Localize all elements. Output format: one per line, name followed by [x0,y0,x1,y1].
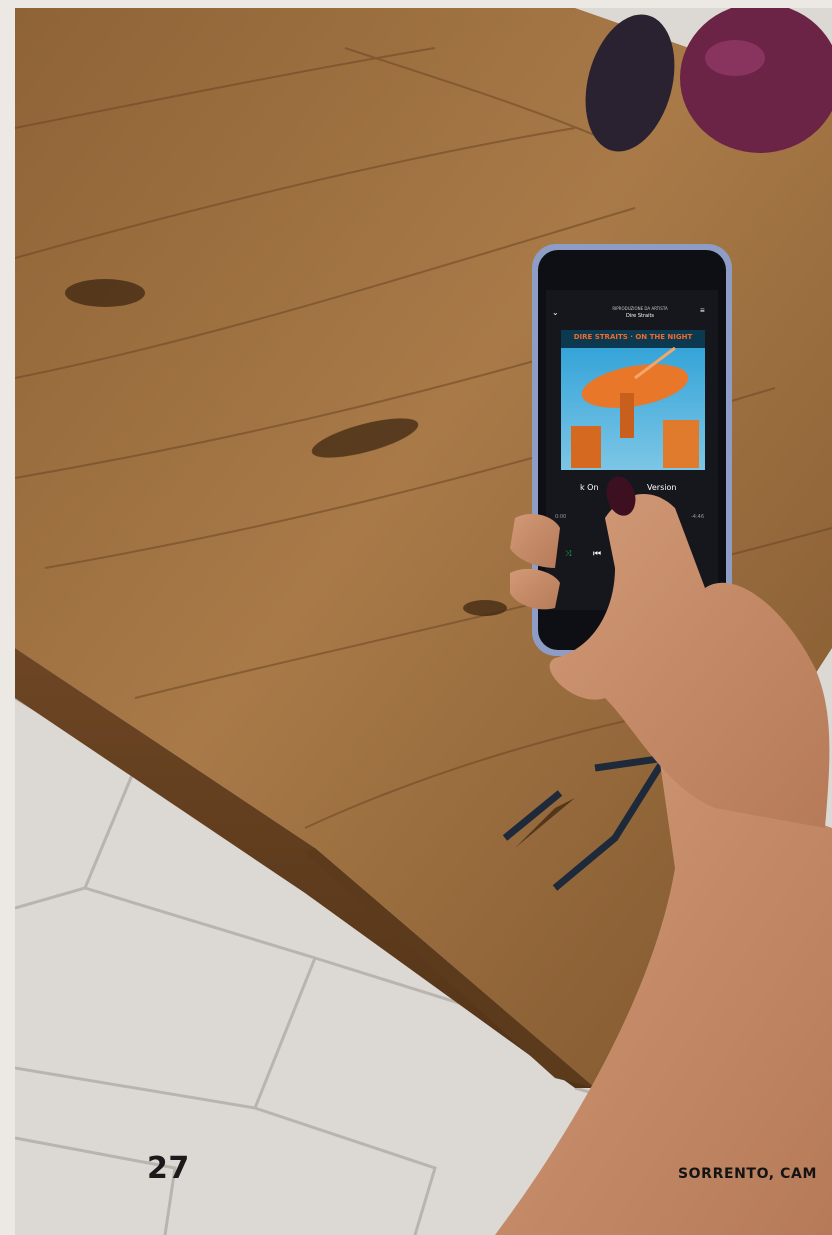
menu-icon: ≡ [700,306,705,315]
time-remaining: -4:46 [691,514,705,520]
shuffle-icon: ⤨ [565,549,572,558]
back-chevron-icon: ⌄ [552,308,559,317]
track-suffix: Version [647,483,677,492]
time-elapsed: 0:00 [555,514,567,520]
magazine-page: RIPRODUZIONE DA ARTISTA Dire Straits DIR… [0,0,832,1235]
track-title: k On [580,483,599,492]
page-number: 27 [147,1151,190,1186]
previous-icon: ⏮ [593,548,602,558]
phone-header-artist: Dire Straits [625,313,655,319]
photo: RIPRODUZIONE DA ARTISTA Dire Straits DIR… [15,8,832,1235]
location-caption: SORRENTO, CAM [678,1166,818,1182]
phone-header-small: RIPRODUZIONE DA ARTISTA [612,306,668,311]
album-banner-text: DIRE STRAITS · ON THE NIGHT [573,333,693,341]
photo-scene [15,8,832,1235]
